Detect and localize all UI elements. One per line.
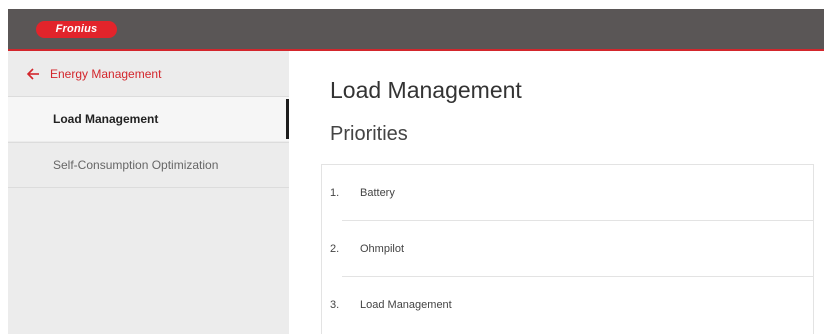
sidebar-item-self-consumption-optimization[interactable]: Self-Consumption Optimization [8, 143, 289, 187]
priority-label: Load Management [360, 298, 452, 311]
back-label: Energy Management [50, 67, 162, 81]
fronius-logo: Fronius [36, 21, 117, 38]
sidebar-item-label: Load Management [53, 112, 159, 126]
priority-number: 3. [330, 298, 340, 311]
sidebar-item-label: Self-Consumption Optimization [53, 158, 219, 172]
priority-label: Ohmpilot [360, 242, 405, 255]
arrow-left-icon [26, 68, 39, 80]
back-to-energy-management[interactable]: Energy Management [8, 51, 289, 97]
priority-item-battery[interactable]: 1. Battery [322, 165, 813, 220]
priority-item-ohmpilot[interactable]: 2. Ohmpilot [322, 221, 813, 276]
section-title-priorities: Priorities [330, 123, 408, 145]
main-content: Load Management Priorities 1. Battery 2.… [289, 51, 824, 334]
top-bar: Fronius [8, 9, 824, 51]
priority-number: 2. [330, 242, 340, 255]
priority-number: 1. [330, 186, 340, 199]
sidebar: Energy Management Load Management Self-C… [8, 51, 289, 334]
sidebar-divider [8, 187, 289, 188]
priority-item-load-management[interactable]: 3. Load Management [322, 277, 813, 332]
priority-list: 1. Battery 2. Ohmpilot 3. Load Managemen… [321, 164, 814, 334]
priority-label: Battery [360, 186, 395, 199]
page-title: Load Management [330, 77, 522, 103]
sidebar-item-load-management[interactable]: Load Management [8, 97, 289, 141]
